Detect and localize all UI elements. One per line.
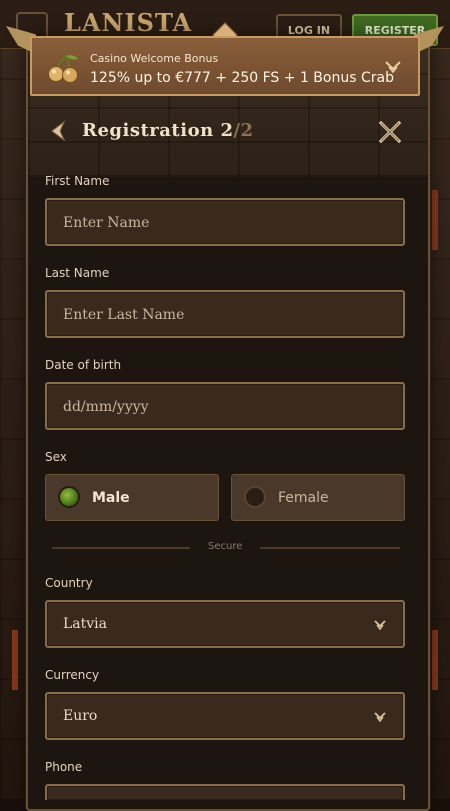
registration-title-text: Registration 2 [82, 120, 234, 141]
side-decoration [12, 630, 18, 690]
side-decoration [432, 630, 438, 690]
chevron-down-icon [374, 712, 386, 723]
last-name-field-frame [45, 290, 405, 338]
phone-field-frame[interactable] [45, 784, 405, 800]
welcome-bonus-banner[interactable]: Casino Welcome Bonus 125% up to €777 + 2… [30, 36, 420, 96]
currency-value: Euro [63, 708, 98, 724]
dob-label: Date of birth [45, 358, 122, 372]
last-name-label: Last Name [45, 266, 110, 280]
site-logo: LANISTA [64, 8, 193, 37]
first-name-input[interactable] [61, 200, 385, 246]
chevron-down-icon[interactable] [384, 58, 402, 76]
chevron-down-icon [374, 620, 386, 631]
first-name-field-frame [45, 198, 405, 246]
last-name-input[interactable] [61, 292, 385, 338]
divider-line [260, 547, 400, 549]
divider-line [52, 547, 190, 549]
phone-label: Phone [45, 760, 83, 774]
first-name-label: First Name [45, 174, 110, 188]
secure-label: Secure [208, 541, 243, 552]
country-label: Country [45, 576, 93, 590]
sex-option-label: Female [278, 490, 329, 506]
registration-title: Registration 2/2 [82, 120, 254, 141]
close-icon[interactable] [378, 120, 402, 144]
country-select[interactable]: Latvia [45, 600, 405, 648]
country-value: Latvia [63, 616, 108, 632]
sex-option-male[interactable]: Male [45, 474, 219, 521]
currency-select[interactable]: Euro [45, 692, 405, 740]
sex-option-label: Male [92, 490, 130, 506]
dob-field-frame [45, 382, 405, 430]
sex-label: Sex [45, 450, 67, 464]
side-decoration [432, 190, 438, 250]
radio-unselected-icon [244, 486, 266, 508]
dob-input[interactable] [61, 384, 385, 430]
currency-label: Currency [45, 668, 100, 682]
cherry-icon [48, 54, 78, 83]
back-arrow-icon[interactable] [46, 119, 68, 143]
bonus-text: 125% up to €777 + 250 FS + 1 Bonus Crab [90, 70, 394, 86]
registration-step-total: /2 [233, 120, 254, 141]
bonus-title: Casino Welcome Bonus [90, 52, 219, 65]
sex-option-female[interactable]: Female [231, 474, 405, 521]
radio-selected-icon [58, 486, 80, 508]
